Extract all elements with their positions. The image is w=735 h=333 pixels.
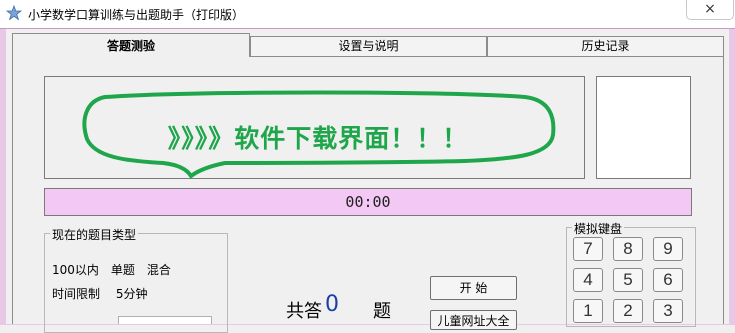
start-button-label: 开 始 bbox=[459, 281, 488, 295]
timer-value: 00:00 bbox=[345, 193, 391, 211]
tab-quiz-label: 答题测验 bbox=[106, 39, 155, 53]
kids-sites-button[interactable]: 儿童网址大全 bbox=[430, 310, 517, 330]
total-answered-prefix: 共答 bbox=[286, 301, 322, 322]
keypad-title: 模拟键盘 bbox=[572, 220, 625, 237]
key-8[interactable]: 8 bbox=[613, 237, 643, 261]
tab-history-label: 历史记录 bbox=[581, 39, 630, 53]
key-3[interactable]: 3 bbox=[653, 299, 683, 323]
question-type-time-limit: 时间限制 5分钟 bbox=[52, 287, 148, 301]
kids-sites-button-label: 儿童网址大全 bbox=[437, 314, 510, 328]
key-5[interactable]: 5 bbox=[613, 268, 643, 292]
tab-history[interactable]: 历史记录 bbox=[487, 36, 724, 56]
timer-display: 00:00 bbox=[44, 188, 692, 216]
total-answered-value: 0 bbox=[325, 292, 339, 317]
question-type-field bbox=[118, 316, 212, 324]
start-button[interactable]: 开 始 bbox=[430, 276, 517, 300]
key-1[interactable]: 1 bbox=[573, 299, 603, 323]
key-4[interactable]: 4 bbox=[573, 268, 603, 292]
key-9[interactable]: 9 bbox=[653, 237, 683, 261]
close-button[interactable]: × bbox=[686, 0, 734, 20]
tab-settings-label: 设置与说明 bbox=[338, 39, 399, 53]
title-bar: 小学数学口算训练与出题助手（打印版） × bbox=[0, 0, 735, 29]
window-title: 小学数学口算训练与出题助手（打印版） bbox=[28, 8, 245, 22]
image-placeholder bbox=[596, 76, 691, 179]
tab-quiz[interactable]: 答题测验 bbox=[12, 33, 250, 57]
key-6[interactable]: 6 bbox=[653, 268, 683, 292]
total-answered-suffix: 题 bbox=[373, 301, 391, 322]
key-2[interactable]: 2 bbox=[613, 299, 643, 323]
app-logo-icon bbox=[5, 4, 23, 21]
key-7[interactable]: 7 bbox=[573, 237, 603, 261]
question-type-range: 100以内 单题 混合 bbox=[52, 263, 171, 277]
banner-text: 》》》》软件下载界面！！！ bbox=[167, 124, 469, 153]
tab-settings[interactable]: 设置与说明 bbox=[250, 36, 487, 56]
question-type-title: 现在的题目类型 bbox=[50, 226, 139, 243]
close-icon: × bbox=[704, 1, 716, 17]
